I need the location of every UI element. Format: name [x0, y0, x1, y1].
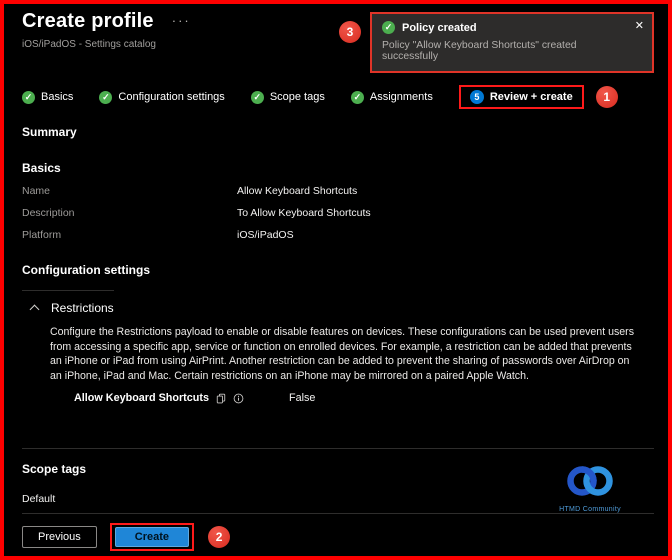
basics-row-platform: Platform iOS/iPadOS [22, 229, 654, 241]
row-value: iOS/iPadOS [237, 229, 294, 241]
annotation-badge-3: 3 [339, 21, 361, 43]
row-value: Allow Keyboard Shortcuts [237, 185, 358, 197]
scope-tags-left: Scope tags Default [22, 462, 86, 505]
tab-label: Scope tags [269, 91, 325, 103]
htmd-logo-label: HTMD Community [559, 506, 621, 514]
footer-bar: Previous Create 2 [22, 513, 654, 556]
tab-review-create[interactable]: 5 Review + create [469, 90, 573, 104]
annotation-highlight-review-create: 5 Review + create [458, 85, 584, 109]
page-subtitle: iOS/iPadOS - Settings catalog [22, 39, 156, 50]
row-value: To Allow Keyboard Shortcuts [237, 207, 371, 219]
wizard-steps: ✓ Basics ✓ Configuration settings ✓ Scop… [22, 85, 654, 109]
info-icon[interactable] [233, 393, 244, 404]
setting-value: False [289, 392, 316, 405]
check-icon: ✓ [350, 90, 364, 104]
tab-label: Assignments [369, 91, 433, 103]
page-header: Create profile ··· iOS/iPadOS - Settings… [22, 10, 654, 73]
page-content: Create profile ··· iOS/iPadOS - Settings… [4, 4, 668, 556]
summary-heading: Summary [22, 125, 77, 139]
row-label: Platform [22, 229, 62, 241]
scope-tags-heading: Scope tags [22, 462, 87, 477]
restrictions-label: Restrictions [51, 301, 114, 315]
scope-tags-section: Scope tags Default HTMD Community [22, 462, 654, 513]
tab-scope-tags[interactable]: ✓ Scope tags [250, 90, 325, 104]
toast-area: 3 ✓ Policy created Policy "Allow Keyboar… [339, 12, 654, 73]
row-label: Name [22, 185, 51, 197]
tab-label: Configuration settings [118, 91, 225, 103]
policy-created-toast: ✓ Policy created Policy "Allow Keyboard … [370, 12, 654, 73]
create-button[interactable]: Create [114, 527, 190, 548]
section-divider [22, 448, 654, 450]
basics-heading: Basics [22, 161, 61, 175]
check-icon: ✓ [99, 90, 113, 104]
success-check-icon: ✓ [382, 21, 395, 34]
restrictions-description: Configure the Restrictions payload to en… [50, 326, 634, 382]
more-options-icon[interactable]: ··· [172, 13, 191, 28]
check-icon: ✓ [250, 90, 264, 104]
basics-row-name: Name Allow Keyboard Shortcuts [22, 185, 654, 197]
scope-tags-value: Default [22, 493, 56, 506]
create-profile-window: Create profile ··· iOS/iPadOS - Settings… [0, 0, 672, 560]
configuration-settings-heading: Configuration settings [22, 263, 150, 277]
setting-row: Allow Keyboard Shortcuts False [74, 392, 654, 404]
previous-button[interactable]: Previous [22, 526, 97, 549]
copy-icon[interactable] [216, 393, 226, 404]
setting-label: Allow Keyboard Shortcuts [74, 392, 209, 405]
close-icon[interactable]: ✕ [635, 19, 644, 32]
basics-row-description: Description To Allow Keyboard Shortcuts [22, 207, 654, 219]
restrictions-accordion-toggle[interactable]: Restrictions [22, 290, 114, 315]
toast-message: Policy "Allow Keyboard Shortcuts" create… [382, 40, 577, 62]
row-label: Description [22, 207, 75, 219]
tab-configuration-settings[interactable]: ✓ Configuration settings [99, 90, 225, 104]
toast-title: Policy created [402, 21, 477, 34]
header-left: Create profile ··· iOS/iPadOS - Settings… [22, 10, 191, 50]
tab-basics[interactable]: ✓ Basics [22, 90, 74, 104]
tab-assignments[interactable]: ✓ Assignments [350, 90, 433, 104]
htmd-community-logo: HTMD Community [532, 462, 648, 513]
annotation-badge-1: 1 [595, 86, 618, 108]
step-number-icon: 5 [469, 90, 484, 104]
tab-label: Basics [41, 91, 74, 103]
annotation-highlight-create: Create [109, 523, 195, 552]
page-title: Create profile [22, 10, 154, 32]
tab-label: Review + create [489, 91, 573, 103]
htmd-logo-icon [567, 466, 613, 497]
annotation-badge-2: 2 [208, 526, 231, 549]
check-icon: ✓ [22, 90, 35, 104]
chevron-up-icon [29, 304, 40, 314]
